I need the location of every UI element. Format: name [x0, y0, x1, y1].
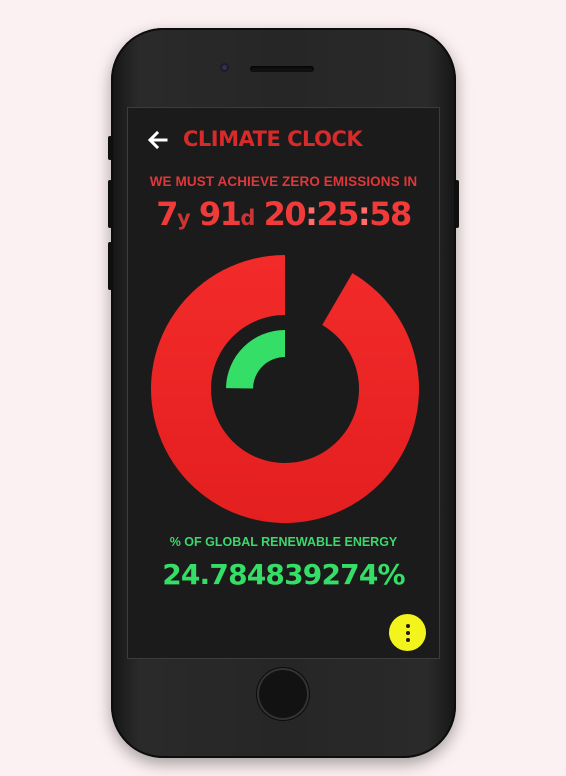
phone-frame: CLIMATE CLOCK WE MUST ACHIEVE ZERO EMISS… — [108, 28, 459, 758]
front-camera — [220, 63, 229, 72]
renewable-energy-value: 24.784839274% — [162, 558, 405, 591]
more-menu-button[interactable] — [389, 614, 426, 651]
renewable-energy-label: % OF GLOBAL RENEWABLE ENERGY — [169, 535, 398, 549]
volume-down-button — [108, 242, 112, 290]
countdown-days: 91 — [198, 195, 242, 233]
countdown-hours: 20 — [263, 195, 307, 233]
climate-gauge — [151, 255, 419, 523]
deadline-ring — [151, 255, 419, 523]
countdown-seconds: 58 — [369, 195, 412, 233]
arrow-left-icon[interactable] — [147, 129, 169, 151]
renewable-energy-arc — [226, 330, 285, 389]
home-button[interactable] — [257, 668, 309, 720]
more-vertical-icon — [405, 630, 410, 635]
earpiece-speaker — [250, 66, 314, 72]
app-header: CLIMATE CLOCK — [128, 126, 439, 156]
volume-up-button — [108, 180, 112, 228]
power-button — [455, 180, 459, 228]
more-vertical-icon — [405, 623, 410, 628]
countdown-years-unit: y — [177, 206, 191, 230]
countdown-minutes: 25 — [316, 195, 359, 233]
app-title: CLIMATE CLOCK — [183, 127, 363, 151]
mute-switch — [108, 136, 112, 160]
countdown-separator: : — [357, 195, 371, 233]
countdown-separator: : — [305, 195, 318, 233]
app-screen: CLIMATE CLOCK WE MUST ACHIEVE ZERO EMISS… — [127, 107, 440, 659]
deadline-label: WE MUST ACHIEVE ZERO EMISSIONS IN — [149, 174, 418, 189]
deadline-countdown: 7y 91d 20:25:58 — [128, 195, 439, 233]
more-vertical-icon — [405, 637, 410, 642]
countdown-days-unit: d — [240, 206, 255, 230]
countdown-years: 7 — [156, 195, 178, 233]
